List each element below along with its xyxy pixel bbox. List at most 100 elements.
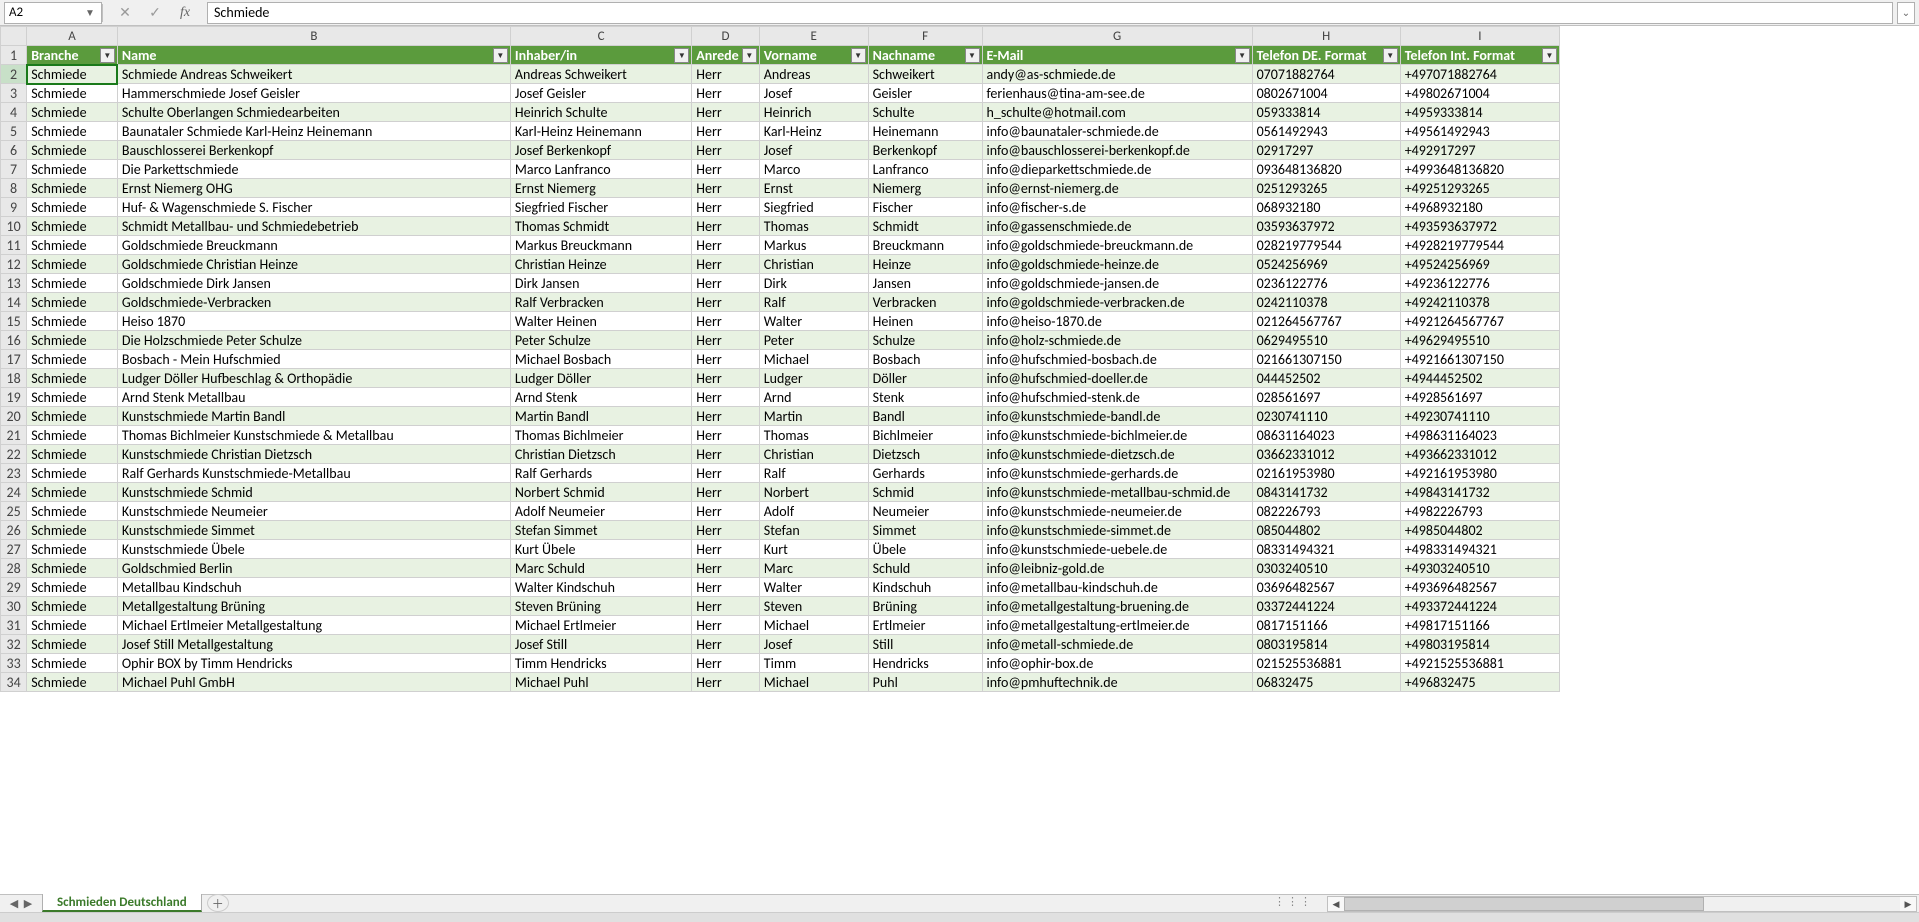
table-header-cell[interactable]: Anrede▼ bbox=[692, 46, 760, 65]
cell[interactable]: Arnd Stenk bbox=[510, 388, 691, 407]
cell[interactable]: Schmiede bbox=[27, 369, 118, 388]
cell[interactable]: Heinrich Schulte bbox=[510, 103, 691, 122]
cell[interactable]: 0629495510 bbox=[1252, 331, 1400, 350]
cell[interactable]: Schmiede bbox=[27, 521, 118, 540]
cell[interactable]: Übele bbox=[868, 540, 982, 559]
cell[interactable]: info@holz-schmiede.de bbox=[982, 331, 1252, 350]
cell[interactable]: +492161953980 bbox=[1400, 464, 1559, 483]
table-header-cell[interactable]: Name▼ bbox=[117, 46, 510, 65]
cell[interactable]: Stenk bbox=[868, 388, 982, 407]
cell[interactable]: Martin Bandl bbox=[510, 407, 691, 426]
cell[interactable]: Kunstschmiede Schmid bbox=[117, 483, 510, 502]
cell[interactable]: Döller bbox=[868, 369, 982, 388]
cell[interactable]: Michael Puhl GmbH bbox=[117, 673, 510, 692]
scroll-right-icon[interactable]: ▶ bbox=[1900, 897, 1916, 911]
cell[interactable]: 0303240510 bbox=[1252, 559, 1400, 578]
row-header[interactable]: 10 bbox=[1, 217, 27, 236]
cell[interactable]: Metallgestaltung Brüning bbox=[117, 597, 510, 616]
cell[interactable]: 02161953980 bbox=[1252, 464, 1400, 483]
cell[interactable]: 021264567767 bbox=[1252, 312, 1400, 331]
cell[interactable]: info@kunstschmiede-gerhards.de bbox=[982, 464, 1252, 483]
cell[interactable]: 0242110378 bbox=[1252, 293, 1400, 312]
cell[interactable]: 0230741110 bbox=[1252, 407, 1400, 426]
row-header[interactable]: 26 bbox=[1, 521, 27, 540]
cell[interactable]: +498631164023 bbox=[1400, 426, 1559, 445]
row-header[interactable]: 6 bbox=[1, 141, 27, 160]
cell[interactable]: andy@as-schmiede.de bbox=[982, 65, 1252, 84]
filter-dropdown-icon[interactable]: ▼ bbox=[965, 48, 980, 63]
filter-dropdown-icon[interactable]: ▼ bbox=[493, 48, 508, 63]
cell[interactable]: Heinemann bbox=[868, 122, 982, 141]
cell[interactable]: Schmiede bbox=[27, 312, 118, 331]
row-header[interactable]: 24 bbox=[1, 483, 27, 502]
cell[interactable]: Goldschmiede Breuckmann bbox=[117, 236, 510, 255]
cell[interactable]: Michael Ertlmeier bbox=[510, 616, 691, 635]
cell[interactable]: Kurt bbox=[759, 540, 868, 559]
cell[interactable]: +4928561697 bbox=[1400, 388, 1559, 407]
cell[interactable]: info@ophir-box.de bbox=[982, 654, 1252, 673]
cell[interactable]: Schmiede bbox=[27, 84, 118, 103]
cell[interactable]: Schmiede bbox=[27, 274, 118, 293]
cell[interactable]: 0251293265 bbox=[1252, 179, 1400, 198]
cell[interactable]: Geisler bbox=[868, 84, 982, 103]
cell[interactable]: Norbert Schmid bbox=[510, 483, 691, 502]
cell[interactable]: 093648136820 bbox=[1252, 160, 1400, 179]
cell[interactable]: 021525536881 bbox=[1252, 654, 1400, 673]
cell[interactable]: info@kunstschmiede-neumeier.de bbox=[982, 502, 1252, 521]
cell[interactable]: Herr bbox=[692, 141, 760, 160]
cell[interactable]: 03593637972 bbox=[1252, 217, 1400, 236]
cell[interactable]: Schmiede bbox=[27, 673, 118, 692]
cell[interactable]: Josef bbox=[759, 635, 868, 654]
cell[interactable]: Goldschmied Berlin bbox=[117, 559, 510, 578]
column-header[interactable]: C bbox=[510, 27, 691, 46]
cell[interactable]: Metallbau Kindschuh bbox=[117, 578, 510, 597]
table-header-cell[interactable]: Branche▼ bbox=[27, 46, 118, 65]
cell[interactable]: info@kunstschmiede-simmet.de bbox=[982, 521, 1252, 540]
cell[interactable]: Josef Geisler bbox=[510, 84, 691, 103]
cell[interactable]: +49251293265 bbox=[1400, 179, 1559, 198]
cell[interactable]: Stefan Simmet bbox=[510, 521, 691, 540]
cell[interactable]: info@hufschmied-bosbach.de bbox=[982, 350, 1252, 369]
cell[interactable]: Schulze bbox=[868, 331, 982, 350]
sheet-tab-active[interactable]: Schmieden Deutschland bbox=[42, 894, 202, 912]
cell[interactable]: Adolf bbox=[759, 502, 868, 521]
cell[interactable]: Markus Breuckmann bbox=[510, 236, 691, 255]
cell[interactable]: Josef bbox=[759, 84, 868, 103]
cell[interactable]: 059333814 bbox=[1252, 103, 1400, 122]
cell[interactable]: Josef Still Metallgestaltung bbox=[117, 635, 510, 654]
cancel-icon[interactable]: ✕ bbox=[113, 3, 137, 23]
filter-dropdown-icon[interactable]: ▼ bbox=[1235, 48, 1250, 63]
row-header[interactable]: 15 bbox=[1, 312, 27, 331]
cell[interactable]: info@heiso-1870.de bbox=[982, 312, 1252, 331]
cell[interactable]: Josef bbox=[759, 141, 868, 160]
cell[interactable]: +493696482567 bbox=[1400, 578, 1559, 597]
cell[interactable]: Martin bbox=[759, 407, 868, 426]
cell[interactable]: 068932180 bbox=[1252, 198, 1400, 217]
cell[interactable]: Neumeier bbox=[868, 502, 982, 521]
cell[interactable]: 0843141732 bbox=[1252, 483, 1400, 502]
cell[interactable]: +49303240510 bbox=[1400, 559, 1559, 578]
cell[interactable]: Die Holzschmiede Peter Schulze bbox=[117, 331, 510, 350]
cell[interactable]: Steven bbox=[759, 597, 868, 616]
row-header[interactable]: 21 bbox=[1, 426, 27, 445]
cell[interactable]: Herr bbox=[692, 274, 760, 293]
cell[interactable]: Kunstschmiede Simmet bbox=[117, 521, 510, 540]
cell[interactable]: Herr bbox=[692, 635, 760, 654]
cell[interactable]: Schmiede bbox=[27, 350, 118, 369]
table-header-cell[interactable]: Inhaber/in▼ bbox=[510, 46, 691, 65]
row-header[interactable]: 5 bbox=[1, 122, 27, 141]
cell[interactable]: Schmiede bbox=[27, 540, 118, 559]
cell[interactable]: +49524256969 bbox=[1400, 255, 1559, 274]
cell[interactable]: Herr bbox=[692, 540, 760, 559]
cell[interactable]: Steven Brüning bbox=[510, 597, 691, 616]
grid-area[interactable]: ABCDEFGHI1Branche▼Name▼Inhaber/in▼Anrede… bbox=[0, 26, 1919, 894]
cell[interactable]: +493662331012 bbox=[1400, 445, 1559, 464]
column-header[interactable]: B bbox=[117, 27, 510, 46]
cell[interactable]: +49236122776 bbox=[1400, 274, 1559, 293]
row-header[interactable]: 28 bbox=[1, 559, 27, 578]
cell[interactable]: Michael bbox=[759, 673, 868, 692]
column-header[interactable]: I bbox=[1400, 27, 1559, 46]
cell[interactable]: info@kunstschmiede-bandl.de bbox=[982, 407, 1252, 426]
row-header[interactable]: 8 bbox=[1, 179, 27, 198]
filter-dropdown-icon[interactable]: ▼ bbox=[1383, 48, 1398, 63]
